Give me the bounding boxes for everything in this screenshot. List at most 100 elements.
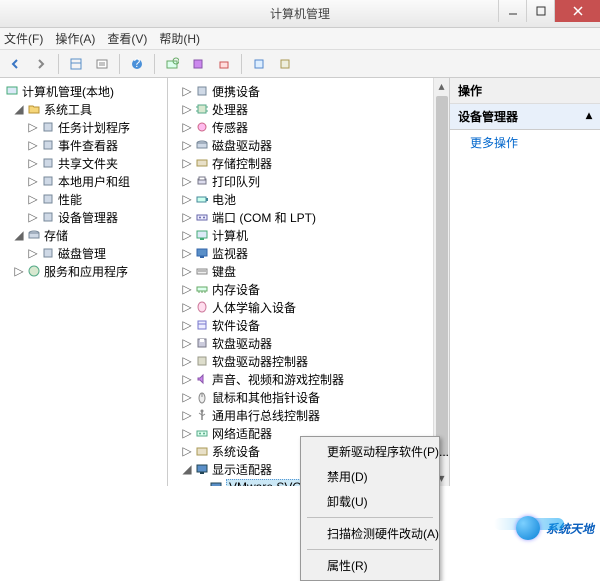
tree-item-label: 事件查看器 (58, 137, 118, 154)
expand-icon[interactable]: ▷ (180, 210, 194, 224)
expand-icon[interactable]: ▷ (180, 336, 194, 350)
menu-view[interactable]: 查看(V) (107, 30, 147, 47)
tree-storage[interactable]: ◢ 存储 (2, 226, 165, 244)
tree-item[interactable]: ▷任务计划程序 (2, 118, 165, 136)
tree-root[interactable]: 计算机管理(本地) (2, 82, 165, 100)
expand-icon[interactable]: ▷ (26, 192, 40, 206)
expand-icon[interactable]: ▷ (26, 120, 40, 134)
device-category[interactable]: ▷ 人体学输入设备 (170, 298, 431, 316)
device-category[interactable]: ▷便携设备 (170, 82, 431, 100)
expand-icon[interactable]: ◢ (12, 102, 26, 116)
expand-icon[interactable]: ▷ (180, 228, 194, 242)
expand-icon[interactable]: ▷ (180, 138, 194, 152)
help-button[interactable]: ? (126, 53, 148, 75)
expand-icon[interactable]: ▷ (180, 120, 194, 134)
expand-icon[interactable]: ▷ (12, 264, 26, 278)
expand-icon[interactable]: ▷ (180, 300, 194, 314)
orb-icon (516, 516, 540, 540)
tree-system-tools[interactable]: ◢ 系统工具 (2, 100, 165, 118)
expand-icon[interactable]: ▷ (180, 372, 194, 386)
ctx-scan[interactable]: 扫描检测硬件改动(A) (303, 521, 437, 546)
uninstall-icon[interactable] (213, 53, 235, 75)
expand-icon[interactable]: ▷ (180, 156, 194, 170)
device-category[interactable]: ▷键盘 (170, 262, 431, 280)
expand-icon[interactable]: ▷ (180, 444, 194, 458)
device-category-label: 存储控制器 (212, 155, 272, 172)
ctx-properties[interactable]: 属性(R) (303, 553, 437, 578)
device-category[interactable]: ▷鼠标和其他指针设备 (170, 388, 431, 406)
expand-icon[interactable]: ▷ (26, 156, 40, 170)
device-category[interactable]: ▷电池 (170, 190, 431, 208)
expand-icon[interactable]: ◢ (180, 462, 194, 476)
device-category[interactable]: ▷磁盘驱动器 (170, 136, 431, 154)
scroll-up-icon[interactable]: ▴ (434, 78, 449, 94)
device-category[interactable]: ▷传感器 (170, 118, 431, 136)
show-tree-button[interactable] (65, 53, 87, 75)
expand-icon[interactable]: ▷ (180, 318, 194, 332)
device-category[interactable]: ▷软盘驱动器 (170, 334, 431, 352)
device-tree[interactable]: ▷便携设备▷处理器▷传感器▷磁盘驱动器▷存储控制器▷打印队列▷电池▷端口 (CO… (168, 78, 449, 486)
expand-icon[interactable]: ▷ (26, 246, 40, 260)
expand-icon[interactable]: ▷ (180, 426, 194, 440)
expand-icon[interactable]: ▷ (26, 138, 40, 152)
expand-icon[interactable]: ▷ (180, 192, 194, 206)
device-category[interactable]: ▷内存设备 (170, 280, 431, 298)
menu-help[interactable]: 帮助(H) (159, 30, 200, 47)
properties-button[interactable] (91, 53, 113, 75)
update-icon[interactable] (187, 53, 209, 75)
expand-icon[interactable]: ▷ (180, 408, 194, 422)
ctx-update-driver[interactable]: 更新驱动程序软件(P)... (303, 439, 437, 464)
device-category[interactable]: ▷计算机 (170, 226, 431, 244)
expand-icon[interactable]: ◢ (12, 228, 26, 242)
forward-button[interactable] (30, 53, 52, 75)
separator (119, 54, 120, 74)
expand-icon[interactable]: ▷ (180, 84, 194, 98)
expand-icon[interactable]: ▷ (180, 246, 194, 260)
device-category[interactable]: ▷处理器 (170, 100, 431, 118)
ctx-uninstall[interactable]: 卸载(U) (303, 489, 437, 514)
device-category-label: 打印队列 (212, 173, 260, 190)
chevron-up-icon[interactable]: ▴ (586, 108, 592, 125)
tree-item[interactable]: ▷本地用户和组 (2, 172, 165, 190)
tree-item[interactable]: ▷设备管理器 (2, 208, 165, 226)
close-button[interactable] (554, 0, 600, 22)
tree-item[interactable]: ▷ 事件查看器 (2, 136, 165, 154)
expand-icon[interactable]: ▷ (180, 102, 194, 116)
item-icon (40, 191, 56, 207)
device-category[interactable]: ▷软盘驱动器控制器 (170, 352, 431, 370)
extra-button-1[interactable] (248, 53, 270, 75)
expand-icon[interactable]: ▷ (26, 174, 40, 188)
menu-action[interactable]: 操作(A) (55, 30, 95, 47)
device-category[interactable]: ▷ 存储控制器 (170, 154, 431, 172)
device-category[interactable]: ▷端口 (COM 和 LPT) (170, 208, 431, 226)
device-category[interactable]: ▷ 打印队列 (170, 172, 431, 190)
expand-icon[interactable]: ▷ (180, 390, 194, 404)
extra-button-2[interactable] (274, 53, 296, 75)
expand-icon[interactable]: ▷ (180, 174, 194, 188)
tree-services[interactable]: ▷ 服务和应用程序 (2, 262, 165, 280)
menu-file[interactable]: 文件(F) (4, 30, 43, 47)
scrollbar[interactable]: ▴ ▾ (433, 78, 449, 486)
tree-item[interactable]: ▷性能 (2, 190, 165, 208)
expand-icon[interactable]: ▷ (180, 282, 194, 296)
minimize-button[interactable] (498, 0, 526, 22)
svg-text:?: ? (134, 57, 141, 70)
expand-icon[interactable]: ▷ (180, 264, 194, 278)
device-category[interactable]: ▷通用串行总线控制器 (170, 406, 431, 424)
device-category[interactable]: ▷声音、视频和游戏控制器 (170, 370, 431, 388)
tree-item[interactable]: ▷磁盘管理 (2, 244, 165, 262)
ctx-disable[interactable]: 禁用(D) (303, 464, 437, 489)
scroll-thumb[interactable] (436, 96, 448, 456)
management-tree[interactable]: 计算机管理(本地) ◢ 系统工具 ▷任务计划程序▷事件查看器▷共享文件夹▷本地用… (0, 78, 167, 284)
actions-more[interactable]: 更多操作 (450, 130, 600, 155)
expand-icon[interactable]: ▷ (26, 210, 40, 224)
back-button[interactable] (4, 53, 26, 75)
device-category[interactable]: ▷监视器 (170, 244, 431, 262)
scan-button[interactable] (161, 53, 183, 75)
item-icon (40, 173, 56, 189)
tree-item[interactable]: ▷共享文件夹 (2, 154, 165, 172)
expand-icon[interactable]: ▷ (180, 354, 194, 368)
device-category-label: 人体学输入设备 (212, 299, 296, 316)
maximize-button[interactable] (526, 0, 554, 22)
device-category[interactable]: ▷软件设备 (170, 316, 431, 334)
